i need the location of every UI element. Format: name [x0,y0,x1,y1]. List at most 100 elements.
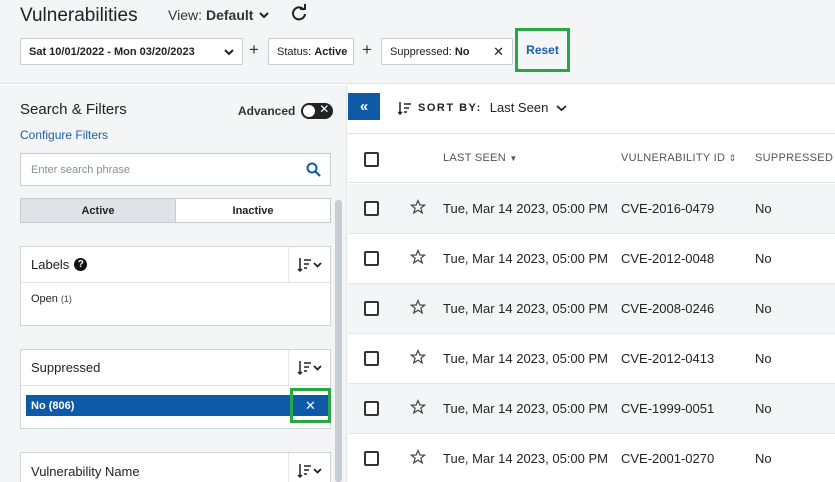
vuln-name-panel-title: Vulnerability Name [31,463,140,479]
vuln-name-panel-header: Vulnerability Name [21,453,330,482]
table-row[interactable]: Tue, Mar 14 2023, 05:00 PM CVE-2001-0270 N… [348,434,835,482]
vulnerability-id-cell[interactable]: CVE-2012-0048 [621,251,714,266]
suppressed-cell: No [755,351,772,366]
row-checkbox[interactable] [364,301,379,316]
table-row[interactable]: Tue, Mar 14 2023, 05:00 PM CVE-2008-0246 N… [348,284,835,334]
row-checkbox[interactable] [364,201,379,216]
star-icon[interactable] [410,449,426,465]
segment-inactive[interactable]: Inactive [176,199,330,222]
sort-options-icon[interactable] [288,247,330,282]
table-row[interactable]: Tue, Mar 14 2023, 05:00 PM CVE-1999-0051 N… [348,384,835,434]
table-row[interactable]: Tue, Mar 14 2023, 05:00 PM CVE-2012-0413 N… [348,334,835,384]
view-selector[interactable]: View: Default [168,7,270,23]
row-checkbox[interactable] [364,451,379,466]
last-seen-cell: Tue, Mar 14 2023, 05:00 PM [443,251,609,266]
clear-selection-button[interactable]: ✕ [290,388,331,423]
date-range-value: Sat 10/01/2022 - Mon 03/20/2023 [29,45,195,58]
label-option-name: Open [31,293,58,305]
suppressed-selected-option[interactable]: No (806) [26,395,310,416]
table-row[interactable]: Tue, Mar 14 2023, 05:00 PM CVE-2012-0048 N… [348,234,835,284]
vulnerability-id-cell[interactable]: CVE-2012-0413 [621,351,714,366]
reset-button[interactable]: Reset [515,28,570,72]
row-checkbox[interactable] [364,351,379,366]
labels-filter-panel: Labels ? Open (1) [20,246,331,326]
search-box [20,153,331,186]
status-filter-value: Active [314,45,348,58]
configure-filters-link[interactable]: Configure Filters [20,128,108,142]
advanced-label: Advanced [238,104,296,118]
vulnerabilities-table-area: « SORT BY: Last Seen LAST SEEN ▼ VULNERA… [348,85,835,482]
date-range-filter[interactable]: Sat 10/01/2022 - Mon 03/20/2023 [20,38,243,65]
table-header: LAST SEEN ▼ VULNERABILITY ID ⇕ SUPPRESSE… [348,133,835,183]
star-icon[interactable] [410,299,426,315]
remove-filter-close-icon[interactable]: ✕ [493,44,504,60]
star-icon[interactable] [410,399,426,415]
select-all-checkbox[interactable] [364,152,379,167]
column-header-suppressed[interactable]: SUPPRESSED [755,152,833,164]
page-title: Vulnerabilities [20,5,138,26]
view-value: Default [205,7,254,23]
suppressed-cell: No [755,451,772,466]
suppressed-filter-label: Suppressed: [390,45,452,58]
sidebar-scrollbar[interactable] [335,200,342,482]
close-icon[interactable]: ✕ [293,395,328,416]
last-seen-cell: Tue, Mar 14 2023, 05:00 PM [443,301,609,316]
page-header: Vulnerabilities View: Default Sat 10/01/… [0,0,835,84]
chevron-down-icon [259,12,270,19]
label-option[interactable]: Open (1) [21,283,330,315]
suppressed-cell: No [755,301,772,316]
sort-by-label: SORT BY: [418,101,482,114]
chevron-down-icon [224,48,234,55]
status-filter-chip[interactable]: Status: Active [268,38,354,65]
last-seen-cell: Tue, Mar 14 2023, 05:00 PM [443,401,609,416]
view-label: View: [168,7,202,23]
chevron-down-icon [556,104,567,111]
add-filter-plus-icon[interactable]: + [362,40,372,60]
search-icon[interactable] [306,162,321,177]
star-icon[interactable] [410,249,426,265]
advanced-toggle[interactable]: Advanced ✕ [238,102,334,119]
search-filters-sidebar: Search & Filters Advanced ✕ Configure Fi… [0,85,347,482]
last-seen-cell: Tue, Mar 14 2023, 05:00 PM [443,351,609,366]
sort-icon [398,101,411,115]
status-filter-label: Status: [277,45,312,58]
vulnerability-id-cell[interactable]: CVE-2001-0270 [621,451,714,466]
suppressed-panel-title: Suppressed [31,360,101,375]
column-header-last-seen[interactable]: LAST SEEN ▼ [443,152,518,164]
vulnerability-id-cell[interactable]: CVE-1999-0051 [621,401,714,416]
table-row[interactable]: Tue, Mar 14 2023, 05:00 PM CVE-2016-0479 N… [348,184,835,234]
sort-options-icon[interactable] [288,453,330,482]
help-icon[interactable]: ? [74,258,88,271]
vulnerability-name-filter-panel: Vulnerability Name [20,452,331,482]
toggle-switch[interactable]: ✕ [301,102,334,119]
refresh-icon[interactable] [290,4,308,22]
suppressed-panel-header: Suppressed [21,350,330,386]
sidebar-title: Search & Filters [20,101,127,118]
labels-panel-header: Labels ? [21,247,330,283]
row-checkbox[interactable] [364,401,379,416]
labels-panel-title: Labels [31,257,70,272]
sort-by-control[interactable]: SORT BY: Last Seen [398,100,567,115]
last-seen-cell: Tue, Mar 14 2023, 05:00 PM [443,451,609,466]
vulnerability-id-cell[interactable]: CVE-2016-0479 [621,201,714,216]
sort-options-icon[interactable] [288,350,330,385]
suppressed-filter-panel: Suppressed No (806) ✕ [20,349,331,429]
segment-active[interactable]: Active [21,199,176,222]
search-input[interactable] [21,154,291,185]
suppressed-filter-chip[interactable]: Suppressed: No ✕ [381,38,513,65]
sort-by-value: Last Seen [489,100,549,115]
suppressed-cell: No [755,201,772,216]
suppressed-cell: No [755,401,772,416]
suppressed-filter-value: No [454,45,470,58]
collapse-sidebar-button[interactable]: « [348,93,380,120]
suppressed-cell: No [755,251,772,266]
add-filter-plus-icon[interactable]: + [249,40,259,60]
label-option-count: (1) [60,294,72,304]
last-seen-cell: Tue, Mar 14 2023, 05:00 PM [443,201,609,216]
star-icon[interactable] [410,349,426,365]
active-inactive-segment: Active Inactive [20,198,331,223]
vulnerability-id-cell[interactable]: CVE-2008-0246 [621,301,714,316]
row-checkbox[interactable] [364,251,379,266]
column-header-vulnerability-id[interactable]: VULNERABILITY ID ⇕ [621,152,736,164]
star-icon[interactable] [410,199,426,215]
